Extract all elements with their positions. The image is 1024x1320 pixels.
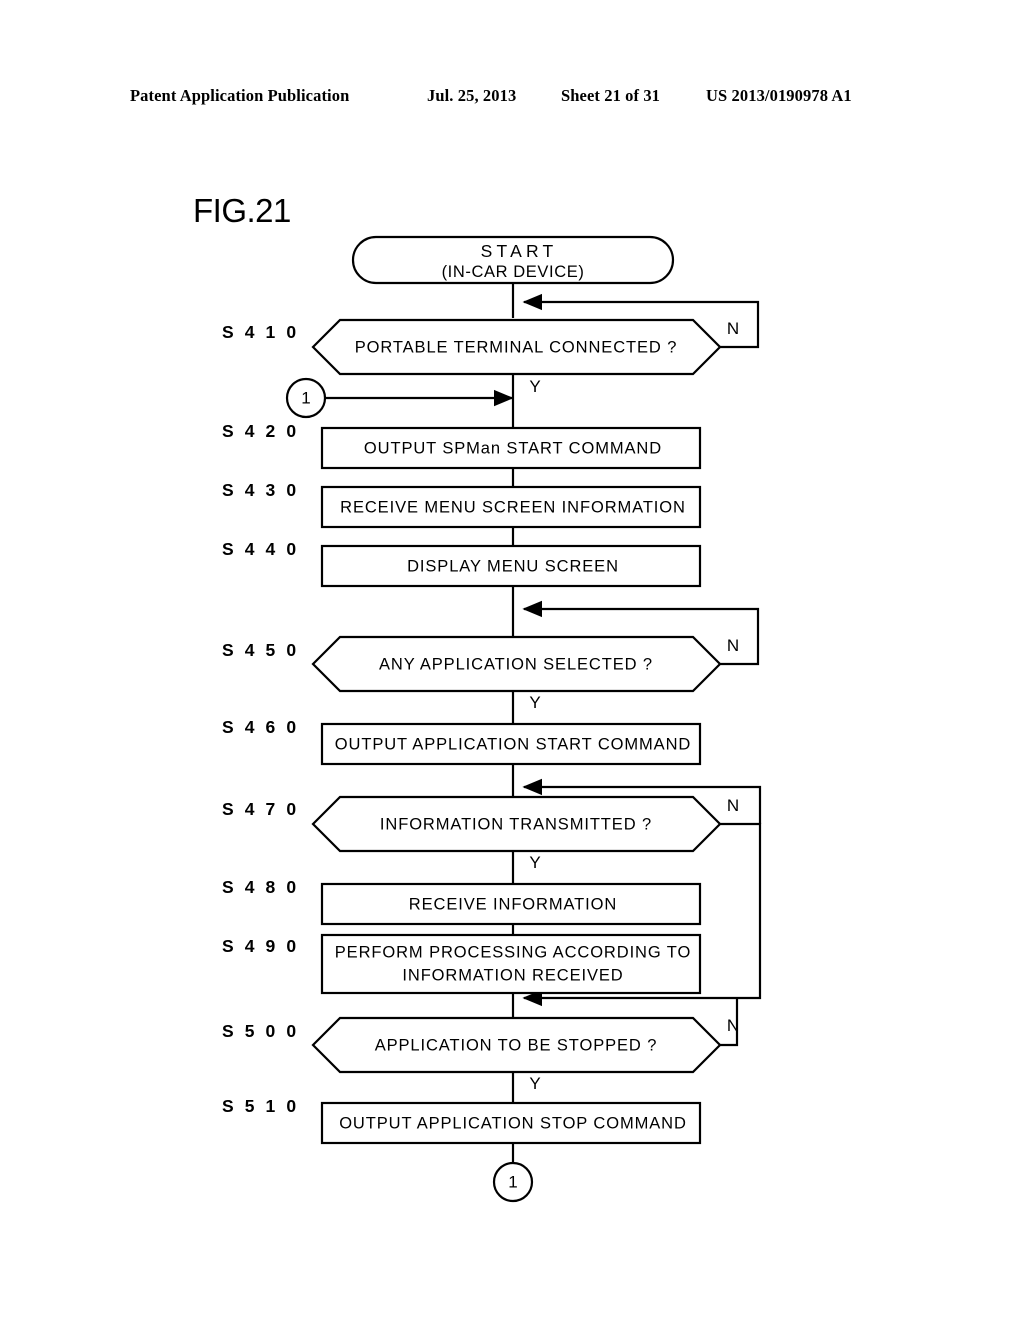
branch-label-s500-yes: Y [529,1074,540,1093]
step-label-s420: S 4 2 0 [222,421,299,441]
s430-text: RECEIVE MENU SCREEN INFORMATION [340,498,686,516]
patent-page: Patent Application Publication Jul. 25, … [0,0,1024,1320]
node-s430: RECEIVE MENU SCREEN INFORMATION [320,485,702,529]
s420-text: OUTPUT SPMan START COMMAND [364,439,662,457]
connector-in-1: 1 [285,377,327,419]
s440-text: DISPLAY MENU SCREEN [407,557,619,575]
connector-out-1: 1 [492,1161,534,1203]
step-label-s410: S 4 1 0 [222,322,299,342]
node-s470: INFORMATION TRANSMITTED ? [311,795,722,853]
node-s450: ANY APPLICATION SELECTED ? [311,635,722,693]
connector-out-label: 1 [508,1172,517,1191]
node-s420: OUTPUT SPMan START COMMAND [320,426,702,470]
branch-label-s450-no: N [727,636,739,655]
step-label-s440: S 4 4 0 [222,539,299,559]
step-label-s490: S 4 9 0 [222,936,299,956]
s510-text: OUTPUT APPLICATION STOP COMMAND [339,1114,687,1132]
branch-label-s470-no: N [727,796,739,815]
step-label-s450: S 4 5 0 [222,640,299,660]
start-subtitle: (IN-CAR DEVICE) [442,263,585,281]
s490-text-line2: INFORMATION RECEIVED [402,966,623,984]
s470-text: INFORMATION TRANSMITTED ? [380,815,652,833]
step-label-s430: S 4 3 0 [222,480,299,500]
step-label-s510: S 5 1 0 [222,1096,299,1116]
node-start: START (IN-CAR DEVICE) [351,235,675,285]
s410-text: PORTABLE TERMINAL CONNECTED ? [355,338,678,356]
step-label-s480: S 4 8 0 [222,877,299,897]
start-title: START [481,241,558,261]
branch-label-s470-yes: Y [529,853,540,872]
node-s510: OUTPUT APPLICATION STOP COMMAND [320,1101,702,1145]
step-label-s470: S 4 7 0 [222,799,299,819]
s450-text: ANY APPLICATION SELECTED ? [379,655,653,673]
node-s500: APPLICATION TO BE STOPPED ? [311,1016,722,1074]
s490-text-line1: PERFORM PROCESSING ACCORDING TO [335,943,691,961]
step-label-s500: S 5 0 0 [222,1021,299,1041]
connector-in-label: 1 [301,388,310,407]
node-s440: DISPLAY MENU SCREEN [320,544,702,588]
flowchart-figure: START (IN-CAR DEVICE) S 4 1 0 PORTABLE T… [222,235,762,1203]
s500-text: APPLICATION TO BE STOPPED ? [375,1036,658,1054]
node-s490: PERFORM PROCESSING ACCORDING TO INFORMAT… [320,933,702,995]
branch-label-s500-no: N [727,1016,739,1035]
node-s410: PORTABLE TERMINAL CONNECTED ? [311,318,722,376]
s460-text: OUTPUT APPLICATION START COMMAND [335,735,691,753]
step-label-s460: S 4 6 0 [222,717,299,737]
branch-label-s410-yes: Y [529,377,540,396]
branch-label-s410-no: N [727,319,739,338]
s480-text: RECEIVE INFORMATION [409,895,617,913]
branch-label-s450-yes: Y [529,693,540,712]
node-s480: RECEIVE INFORMATION [320,882,702,926]
node-s460: OUTPUT APPLICATION START COMMAND [320,722,702,766]
